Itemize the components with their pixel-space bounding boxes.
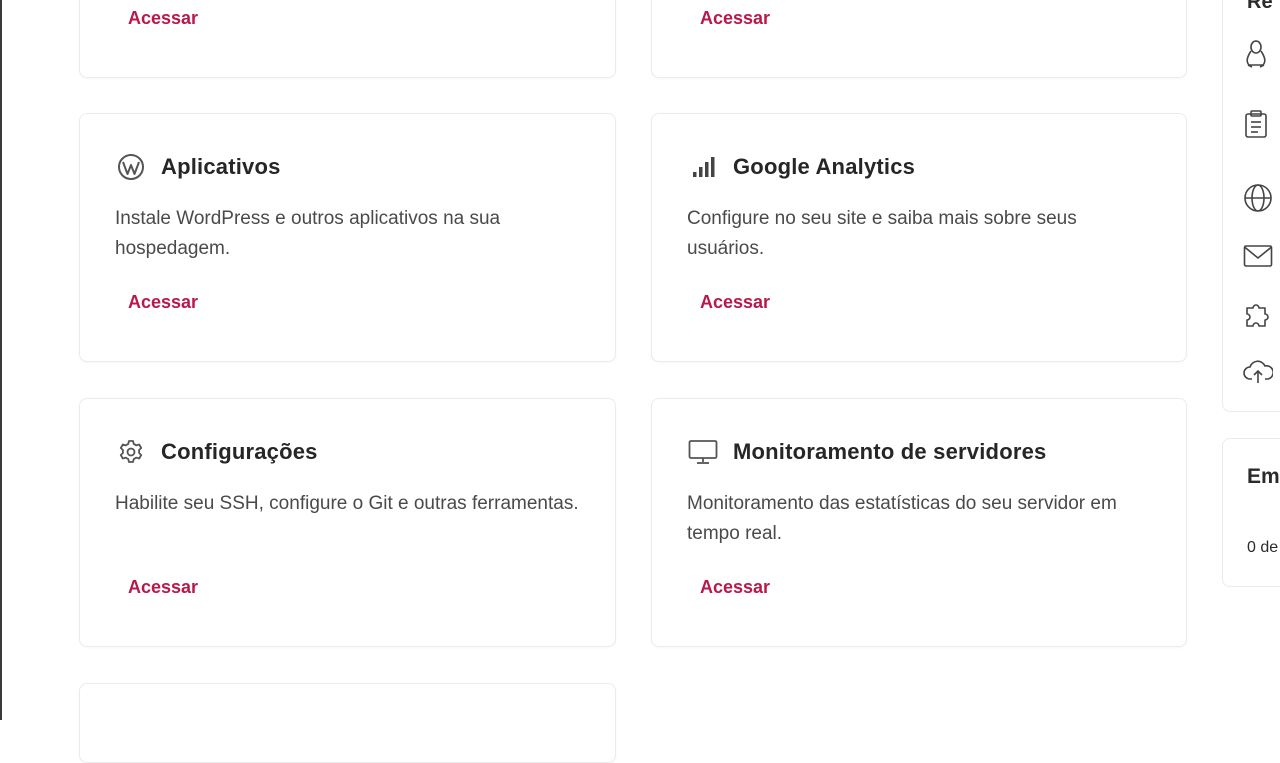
card-monitoramento: Monitoramento de servidores Monitorament… [651, 398, 1187, 647]
sidebar-email-heading: Em [1247, 465, 1280, 488]
card-analytics-link[interactable]: Acessar [700, 292, 770, 313]
card-aplicativos-description: Instale WordPress e outros aplicativos n… [115, 208, 501, 259]
card-aplicativos-link[interactable]: Acessar [128, 292, 198, 313]
card-google-analytics: Google Analytics Configure no seu site e… [651, 113, 1187, 362]
puzzle-icon[interactable] [1243, 299, 1273, 329]
card-top-right-link[interactable]: Acessar [700, 8, 770, 29]
bar-chart-icon [688, 152, 718, 182]
gear-icon [116, 437, 146, 467]
card-analytics-description: Configure no seu site e saiba mais sobre… [687, 208, 1077, 259]
mail-icon[interactable] [1243, 241, 1273, 271]
card-analytics-title: Google Analytics [733, 154, 916, 179]
monitor-icon [688, 437, 718, 467]
cloud-upload-icon[interactable] [1243, 356, 1273, 386]
card-monitoramento-header: Monitoramento de servidores [688, 437, 1046, 467]
card-configuracoes-header: Configurações [116, 437, 318, 467]
card-configuracoes-description: Habilite seu SSH, configure o Git e outr… [115, 493, 579, 514]
card-aplicativos-header: Aplicativos [116, 152, 281, 182]
card-analytics-header: Google Analytics [688, 152, 915, 182]
card-aplicativos-title: Aplicativos [161, 154, 281, 179]
sidebar-resources-panel: Re [1222, 0, 1280, 412]
card-top-left-link[interactable]: Acessar [128, 8, 198, 29]
card-configuracoes-title: Configurações [161, 439, 318, 464]
card-monitoramento-title: Monitoramento de servidores [733, 439, 1047, 464]
window-left-edge [0, 0, 2, 720]
card-bottom-partial [79, 683, 616, 763]
clipboard-icon[interactable] [1243, 109, 1273, 139]
card-configuracoes-link[interactable]: Acessar [128, 577, 198, 598]
card-top-right: Acessar [651, 0, 1187, 78]
sidebar-email-usage: 0 de [1247, 539, 1279, 556]
card-top-left: Acessar [79, 0, 616, 78]
linux-icon[interactable] [1243, 39, 1273, 69]
card-monitoramento-description: Monitoramento das estatísticas do seu se… [687, 493, 1117, 544]
card-aplicativos: Aplicativos Instale WordPress e outros a… [79, 113, 616, 362]
sidebar-resources-heading: Re [1247, 0, 1273, 13]
globe-icon[interactable] [1243, 183, 1273, 213]
sidebar-email-panel: Em 0 de [1222, 438, 1280, 587]
card-monitoramento-link[interactable]: Acessar [700, 577, 770, 598]
card-configuracoes: Configurações Habilite seu SSH, configur… [79, 398, 616, 647]
wordpress-icon [116, 152, 146, 182]
